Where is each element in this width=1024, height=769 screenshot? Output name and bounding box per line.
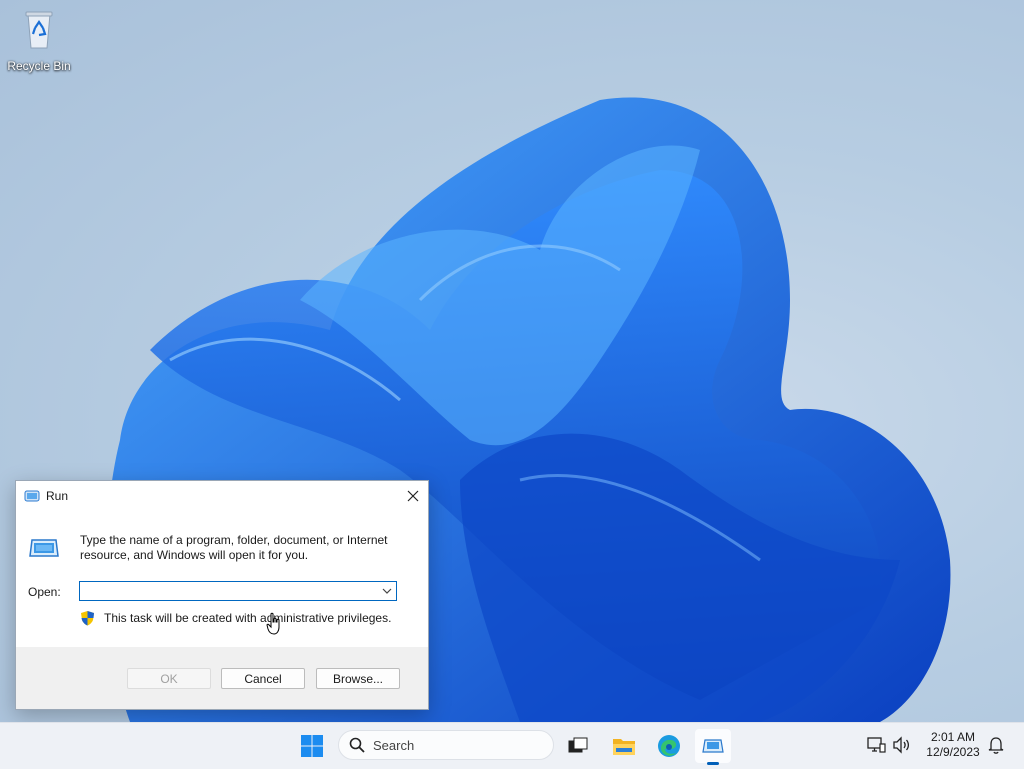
shield-icon	[81, 611, 94, 626]
recycle-bin-icon	[25, 11, 53, 49]
search-placeholder: Search	[373, 737, 415, 753]
run-taskbar-button[interactable]	[695, 729, 731, 765]
network-icon[interactable]	[866, 736, 886, 754]
taskbar-search[interactable]: Search	[338, 730, 554, 760]
admin-note: This task will be created with administr…	[80, 610, 391, 626]
open-label: Open:	[28, 585, 61, 599]
run-app-icon	[702, 739, 724, 753]
edge-button[interactable]	[651, 729, 687, 763]
dialog-titlebar[interactable]: Run	[16, 481, 428, 511]
file-explorer-button[interactable]	[606, 729, 642, 763]
notification-bell-icon[interactable]	[988, 736, 1004, 754]
search-icon	[349, 737, 365, 753]
dialog-title: Run	[46, 489, 69, 503]
run-large-icon	[29, 539, 59, 557]
run-dialog: Run Type the name of a program, folder, …	[15, 480, 429, 710]
run-app-icon	[24, 490, 40, 502]
admin-note-text: This task will be created with administr…	[104, 611, 392, 625]
taskbar: Search 2:01 AM 12/9/2023	[0, 722, 1024, 769]
close-icon	[407, 490, 419, 502]
taskbar-clock[interactable]: 2:01 AM 12/9/2023	[920, 730, 986, 760]
desktop-icon-recycle-bin[interactable]: Recycle Bin	[4, 8, 74, 73]
chevron-down-icon[interactable]	[382, 586, 392, 596]
dialog-button-area: OK Cancel Browse...	[16, 647, 428, 709]
task-view-icon	[568, 737, 588, 753]
start-button[interactable]	[294, 729, 330, 763]
open-input[interactable]	[83, 583, 377, 601]
text-cursor-pointer-icon	[266, 612, 280, 635]
desktop-icon-label: Recycle Bin	[7, 59, 71, 73]
close-button[interactable]	[398, 481, 428, 511]
start-icon	[301, 735, 323, 757]
dialog-description: Type the name of a program, folder, docu…	[80, 533, 388, 562]
browse-button[interactable]: Browse...	[316, 668, 400, 689]
cancel-button[interactable]: Cancel	[221, 668, 305, 689]
open-combobox[interactable]	[79, 581, 397, 601]
clock-date: 12/9/2023	[926, 745, 980, 759]
ok-button[interactable]: OK	[127, 668, 211, 689]
file-explorer-icon	[613, 739, 635, 755]
edge-icon	[658, 735, 680, 757]
volume-icon[interactable]	[892, 736, 912, 754]
active-indicator	[707, 762, 719, 765]
clock-time: 2:01 AM	[930, 730, 976, 744]
task-view-button[interactable]	[560, 729, 596, 763]
